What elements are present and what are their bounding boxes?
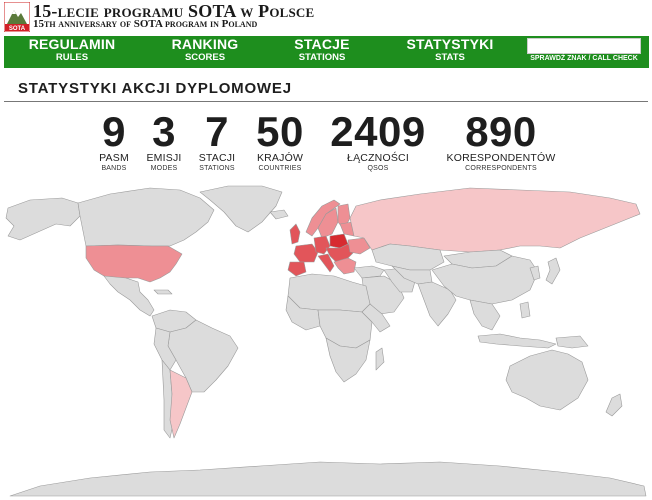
nav-label: STACJE <box>294 36 350 52</box>
stat-modes: 3 EMISJI MODES <box>142 108 186 173</box>
stat-label: EMISJI <box>146 152 182 164</box>
country-usa[interactable] <box>85 244 183 283</box>
stat-sublabel: COUNTRIES <box>258 165 302 172</box>
country-japan[interactable] <box>545 257 561 285</box>
stat-value: 890 <box>465 108 537 155</box>
country-southeast-asia[interactable] <box>469 299 501 331</box>
world-map <box>5 185 647 497</box>
stat-label: PASM <box>99 152 129 164</box>
page-title: STATYSTYKI AKCJI DYPLOMOWEJ <box>18 80 292 97</box>
nav-label: REGULAMIN <box>28 36 116 52</box>
nav-item-statystyki[interactable]: STATYSTYKI STATS <box>394 36 506 68</box>
nav-item-regulamin[interactable]: REGULAMIN RULES <box>14 36 130 68</box>
stat-value: 7 <box>205 108 229 155</box>
country-iceland[interactable] <box>269 209 289 220</box>
nav-item-ranking[interactable]: RANKING SCORES <box>155 36 255 68</box>
stat-qsos: 2409 ŁĄCZNOŚCI QSOS <box>322 108 434 173</box>
country-russia[interactable] <box>349 187 641 253</box>
svg-text:SOTA: SOTA <box>9 26 26 32</box>
stat-stations: 7 STACJI STATIONS <box>194 108 240 173</box>
country-cuba[interactable] <box>153 289 173 295</box>
country-new-zealand[interactable] <box>605 393 623 417</box>
stat-bands: 9 PASM BANDS <box>96 108 132 173</box>
country-new-guinea[interactable] <box>555 335 589 349</box>
country-central-africa[interactable] <box>317 309 373 349</box>
call-check-label: SPRAWDŹ ZNAK / CALL CHECK <box>530 55 638 62</box>
stat-correspondents: 890 KORESPONDENTÓW CORRESPONDENTS <box>446 108 556 173</box>
country-antarctica[interactable] <box>9 461 647 497</box>
country-uk[interactable] <box>289 223 301 245</box>
country-philippines[interactable] <box>519 301 531 319</box>
stat-countries: 50 KRAJÓW COUNTRIES <box>250 108 310 173</box>
stat-sublabel: MODES <box>150 165 178 172</box>
stat-sublabel: STATIONS <box>199 165 235 172</box>
stat-label: STACJI <box>198 152 236 164</box>
nav-label: STATYSTYKI <box>406 36 494 52</box>
sota-logo[interactable]: SOTA <box>4 2 30 32</box>
nav-item-stacje[interactable]: STACJE STATIONS <box>279 36 365 68</box>
stat-value: 9 <box>102 108 126 155</box>
country-iberia[interactable] <box>287 261 307 277</box>
stat-value: 3 <box>152 108 176 155</box>
stat-sublabel: QSOS <box>367 165 389 172</box>
stat-label: KORESPONDENTÓW <box>446 152 556 164</box>
nav-sublabel: RULES <box>55 52 89 63</box>
main-nav: REGULAMIN RULES RANKING SCORES STACJE ST… <box>4 36 649 68</box>
nav-sublabel: STATIONS <box>298 52 346 63</box>
stat-value: 2409 <box>330 108 426 155</box>
country-mexico[interactable] <box>103 275 155 317</box>
country-canada[interactable] <box>77 187 215 247</box>
country-australia[interactable] <box>505 349 589 411</box>
nav-sublabel: SCORES <box>184 52 226 63</box>
site-header: SOTA 15-lecie programu SOTA w Polsce 15t… <box>0 0 652 36</box>
country-alaska[interactable] <box>5 197 81 241</box>
stat-label: KRAJÓW <box>256 152 304 164</box>
call-check-input[interactable] <box>527 38 641 54</box>
nav-sublabel: STATS <box>435 52 465 63</box>
stat-sublabel: CORRESPONDENTS <box>465 165 537 172</box>
nav-label: RANKING <box>171 36 239 52</box>
stat-value: 50 <box>256 108 304 155</box>
stat-sublabel: BANDS <box>101 165 127 172</box>
country-indonesia[interactable] <box>477 333 557 349</box>
title-divider <box>4 101 648 102</box>
site-subtitle: 15th anniversary of SOTA program in Pola… <box>33 18 258 30</box>
country-france[interactable] <box>293 243 319 263</box>
country-north-africa[interactable] <box>287 273 371 313</box>
country-madagascar[interactable] <box>375 347 385 371</box>
